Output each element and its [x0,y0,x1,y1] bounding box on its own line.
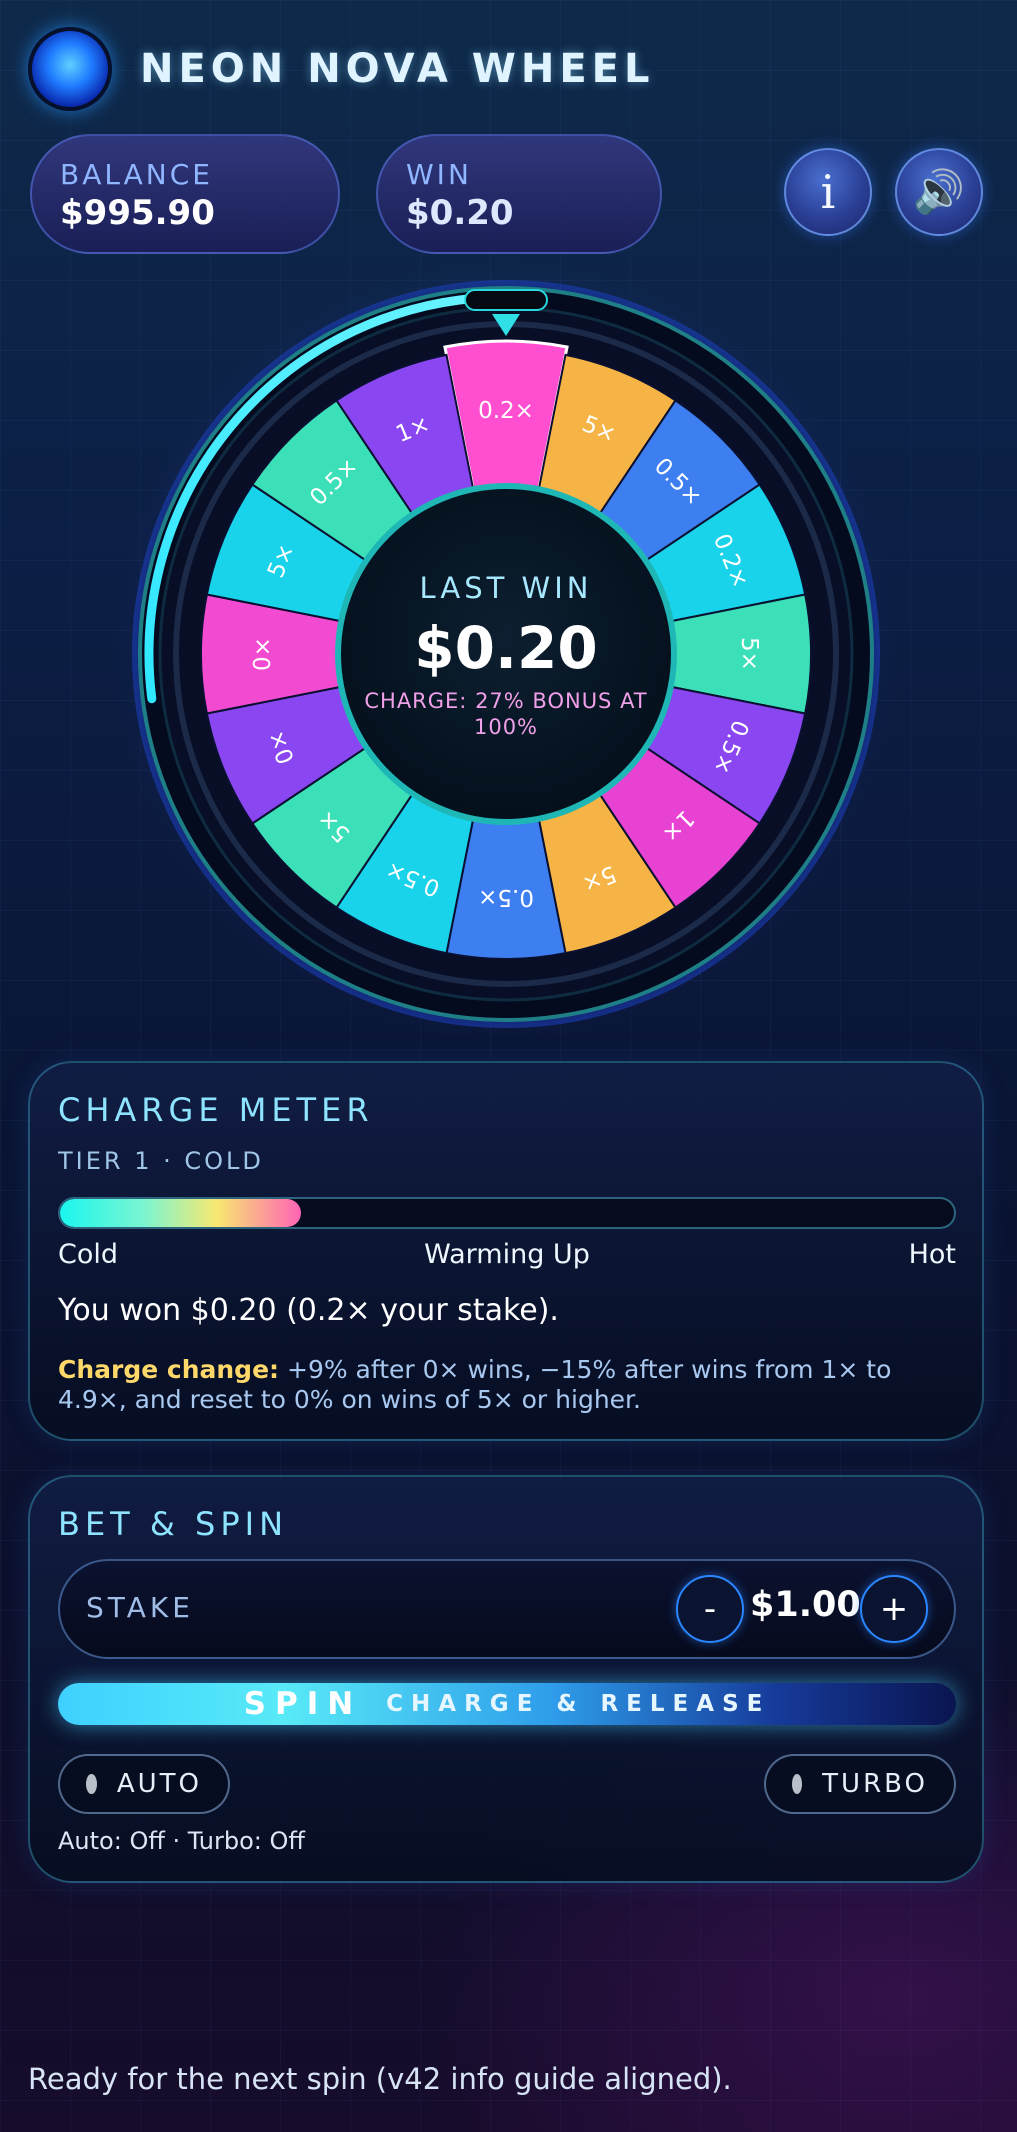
app-header: NEON NOVA WHEEL [28,26,654,112]
spin-button[interactable]: SPIN CHARGE & RELEASE [58,1683,956,1725]
charge-meter-title: CHARGE METER [58,1091,374,1129]
last-win-label: LAST WIN [420,571,593,605]
wheel-segment-label: 0.5× [478,884,534,910]
stake-increase-button[interactable]: + [860,1575,928,1643]
charge-note-line-1: CHARGE: 27% BONUS AT [364,689,647,713]
stake-value: $1.00 [750,1585,861,1625]
scale-warming: Warming Up [424,1239,590,1270]
prize-wheel[interactable]: 0.2× 5× 0.5× 0.2× 5× 0.5× 1× 5× 0.5× 0.5× 5× 0× 0× 5×… [130,278,882,1030]
charge-meter-fill [60,1199,302,1227]
stake-label: STAKE [86,1591,194,1624]
turbo-toggle[interactable]: TURBO [764,1754,956,1814]
pointer-cap [464,289,548,311]
auto-label: AUTO [116,1769,202,1799]
last-win-value: $0.20 [414,614,597,682]
charge-meter-scale: Cold Warming Up Hot [58,1239,956,1275]
win-pill: WIN $0.20 [376,134,662,254]
auto-toggle[interactable]: AUTO [58,1754,230,1814]
win-label: WIN [406,158,472,191]
wheel-segment-label: 0× [250,637,276,671]
wheel-segment-label: 0.2× [478,398,534,424]
logo-orb-icon [28,27,112,111]
sound-button[interactable]: 🔊 [895,148,983,236]
tier-label: TIER 1 · COLD [58,1147,264,1175]
stake-decrease-button[interactable]: - [676,1575,744,1643]
stake-control: STAKE - $1.00 + [58,1559,956,1659]
win-value: $0.20 [406,193,514,233]
speaker-icon: 🔊 [912,167,966,216]
app-title: NEON NOVA WHEEL [140,46,655,92]
spin-sublabel: CHARGE & RELEASE [386,1691,771,1717]
wheel-segment-label: 5× [736,637,762,671]
info-button[interactable]: i [784,148,872,236]
charge-rule: Charge change: +9% after 0× wins, −15% a… [58,1355,958,1415]
win-message: You won $0.20 (0.2× your stake). [58,1293,559,1328]
charge-meter-bar [58,1197,956,1229]
charge-meter-panel: CHARGE METER TIER 1 · COLD Cold Warming … [28,1061,984,1441]
bet-spin-panel: BET & SPIN STAKE - $1.00 + SPIN CHARGE &… [28,1475,984,1883]
wheel-graphic: 0.2× 5×0.5×0.2×5×0.5×1×5×0.5×0.5×5×0×0×5×… [132,280,880,1028]
balance-value: $995.90 [60,193,215,233]
balance-label: BALANCE [60,158,213,191]
bet-spin-title: BET & SPIN [58,1505,288,1543]
turbo-indicator-icon [792,1774,803,1794]
turbo-label: TURBO [822,1769,928,1799]
charge-note-line-2: 100% [474,715,538,739]
balance-pill: BALANCE $995.90 [30,134,340,254]
spin-label: SPIN [243,1686,363,1722]
footer-status: Ready for the next spin (v42 info guide … [28,2062,732,2096]
info-icon: i [820,165,836,219]
mode-status: Auto: Off · Turbo: Off [58,1827,305,1855]
scale-hot: Hot [908,1239,956,1270]
charge-rule-label: Charge change: [58,1355,280,1384]
auto-indicator-icon [86,1774,97,1794]
